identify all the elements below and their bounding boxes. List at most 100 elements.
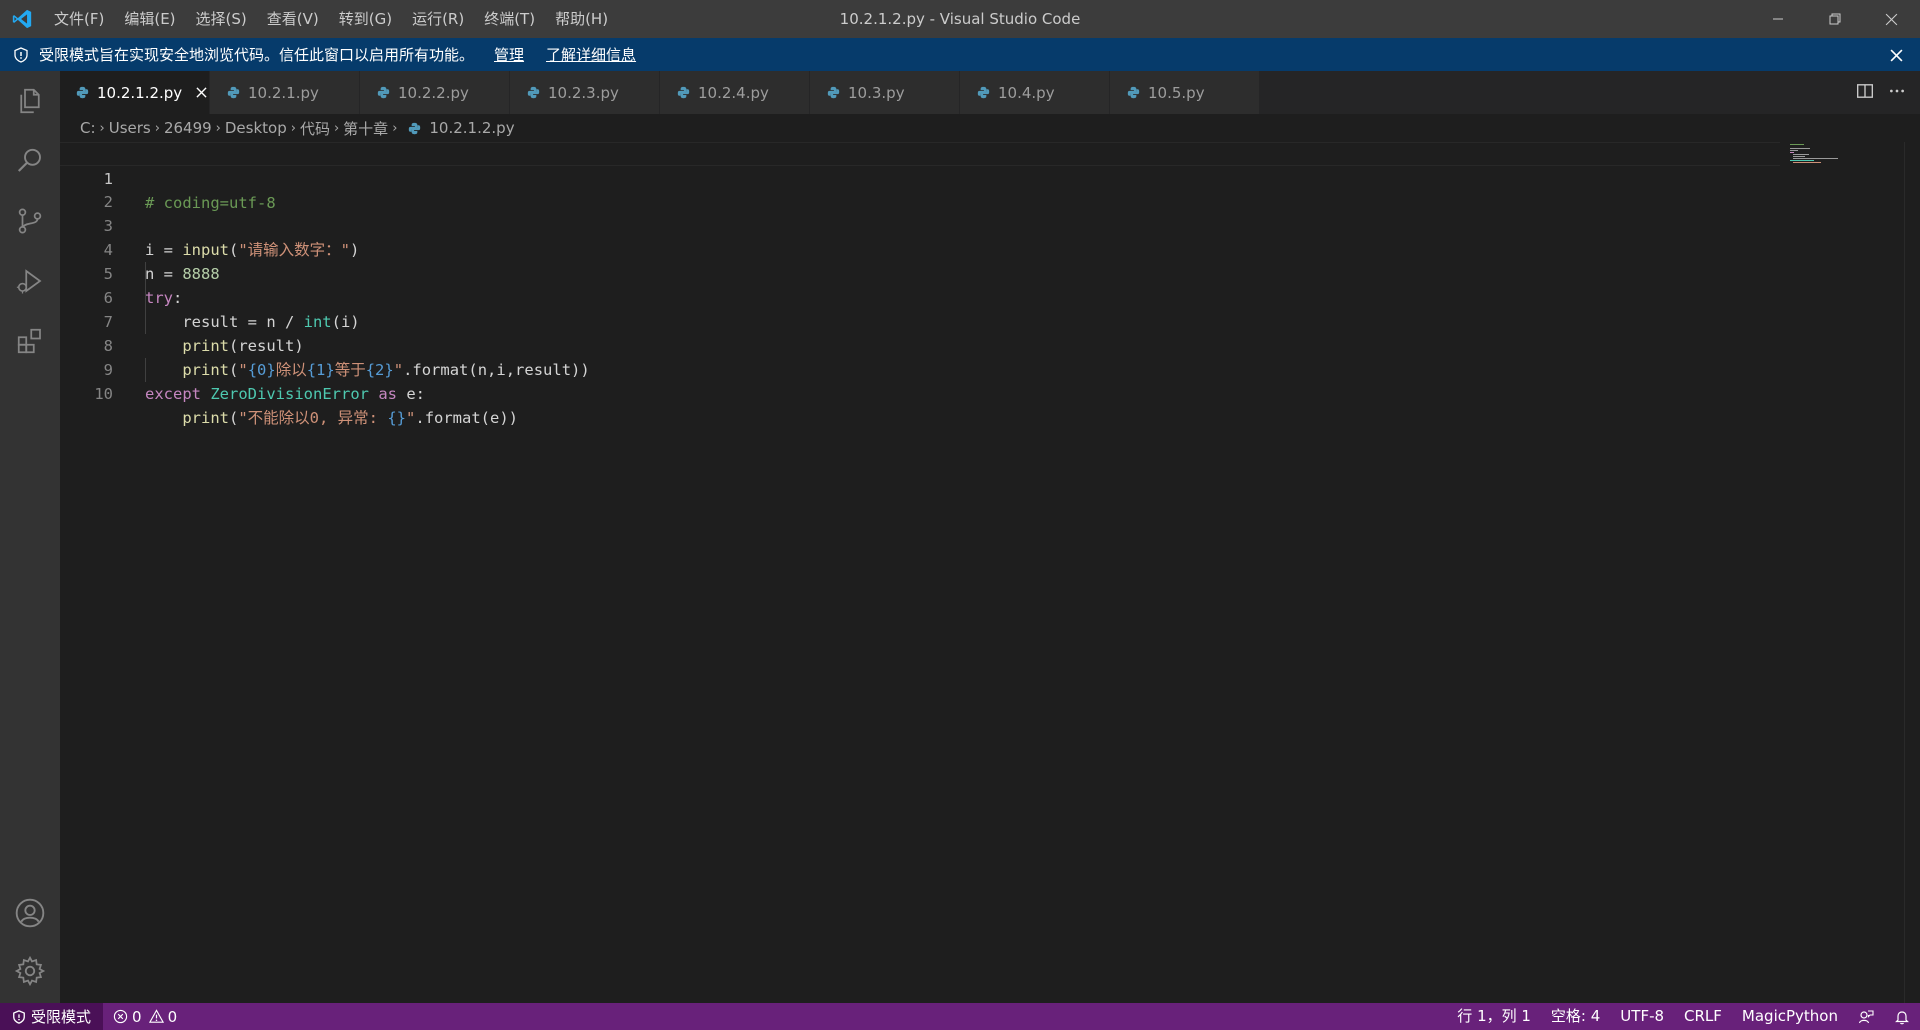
code-line: 8 print("{0}除以{1}等于{2}".format(n,i,resul… bbox=[60, 310, 1780, 379]
source-control-button[interactable] bbox=[0, 191, 60, 251]
vscode-logo-icon bbox=[0, 0, 44, 38]
menu-go[interactable]: 转到(G) bbox=[329, 0, 402, 38]
minimap[interactable] bbox=[1790, 142, 1850, 172]
breadcrumb-item[interactable]: Users bbox=[109, 119, 151, 137]
editor-tabs: 10.2.1.2.py 10.2.1.py 10.2.2.py 10.2.3.p… bbox=[60, 71, 1920, 114]
python-file-icon bbox=[976, 86, 990, 100]
minimize-icon bbox=[1772, 18, 1783, 20]
feedback-button[interactable] bbox=[1848, 1003, 1884, 1030]
status-right-group: 行 1，列 1 空格: 4 UTF-8 CRLF MagicPython bbox=[1447, 1003, 1920, 1030]
menu-edit[interactable]: 编辑(E) bbox=[114, 0, 185, 38]
tab-label: 10.2.1.py bbox=[248, 83, 319, 102]
feedback-icon bbox=[1858, 1009, 1874, 1023]
code-token: "不能除以0, 异常: bbox=[238, 409, 388, 427]
menu-help[interactable]: 帮助(H) bbox=[545, 0, 618, 38]
tab-10-2-3[interactable]: 10.2.3.py bbox=[510, 71, 660, 114]
tab-10-2-1[interactable]: 10.2.1.py bbox=[210, 71, 360, 114]
encoding-setting[interactable]: UTF-8 bbox=[1610, 1003, 1674, 1030]
tab-10-2-4[interactable]: 10.2.4.py bbox=[660, 71, 810, 114]
tab-10-2-1-2[interactable]: 10.2.1.2.py bbox=[60, 71, 210, 114]
python-file-icon bbox=[1126, 86, 1140, 100]
code-line: 7 print(result) bbox=[60, 286, 1780, 355]
python-file-icon bbox=[676, 86, 690, 100]
breadcrumb-item[interactable]: Desktop bbox=[225, 119, 287, 137]
code-token: except bbox=[145, 385, 201, 403]
python-file-icon bbox=[226, 86, 240, 100]
tab-10-4[interactable]: 10.4.py bbox=[960, 71, 1110, 114]
tab-close-button[interactable] bbox=[194, 85, 209, 101]
banner-learn-more-link[interactable]: 了解详细信息 bbox=[546, 44, 636, 65]
breadcrumb-item[interactable]: 26499 bbox=[164, 119, 212, 137]
code-editor[interactable]: 1 # coding=utf-8 2 3 i = input("请输入数字：")… bbox=[60, 142, 1920, 1003]
more-actions-button[interactable] bbox=[1888, 82, 1906, 104]
extensions-button[interactable] bbox=[0, 311, 60, 371]
vertical-scrollbar[interactable] bbox=[1904, 142, 1905, 1003]
menu-terminal[interactable]: 终端(T) bbox=[474, 0, 545, 38]
language-mode[interactable]: MagicPython bbox=[1732, 1003, 1848, 1030]
code-line: 9 except ZeroDivisionError as e: bbox=[60, 334, 1780, 403]
manage-button[interactable] bbox=[0, 941, 60, 1001]
breadcrumb-item[interactable]: 10.2.1.2.py bbox=[429, 119, 514, 137]
window-controls bbox=[1749, 0, 1920, 38]
python-file-icon bbox=[526, 86, 540, 100]
chevron-right-icon: › bbox=[215, 120, 221, 136]
close-window-button[interactable] bbox=[1863, 0, 1920, 38]
chevron-right-icon: › bbox=[392, 120, 398, 136]
tab-label: 10.2.1.2.py bbox=[97, 83, 183, 102]
accounts-button[interactable] bbox=[0, 883, 60, 943]
shield-icon bbox=[13, 1009, 25, 1024]
breadcrumb-item[interactable]: C: bbox=[80, 119, 96, 137]
line-number: 10 bbox=[94, 385, 113, 403]
menu-view[interactable]: 查看(V) bbox=[257, 0, 329, 38]
files-icon bbox=[20, 88, 40, 114]
eol-setting[interactable]: CRLF bbox=[1674, 1003, 1732, 1030]
indentation-setting[interactable]: 空格: 4 bbox=[1541, 1003, 1610, 1030]
tab-10-2-2[interactable]: 10.2.2.py bbox=[360, 71, 510, 114]
chevron-right-icon: › bbox=[333, 120, 340, 136]
code-line: 2 bbox=[60, 166, 1780, 211]
restricted-mode-indicator[interactable]: 受限模式 bbox=[0, 1003, 104, 1030]
search-button[interactable] bbox=[0, 131, 60, 191]
run-debug-button[interactable] bbox=[0, 251, 60, 311]
code-token: {} bbox=[387, 409, 407, 427]
breadcrumb-item[interactable]: 代码 bbox=[300, 118, 330, 139]
menu-file[interactable]: 文件(F) bbox=[44, 0, 114, 38]
notifications-button[interactable] bbox=[1884, 1003, 1920, 1030]
tab-label: 10.2.3.py bbox=[548, 83, 619, 102]
code-token: print bbox=[182, 409, 229, 427]
restricted-mode-banner: 受限模式旨在实现安全地浏览代码。信任此窗口以启用所有功能。 管理 了解详细信息 bbox=[0, 38, 1920, 71]
explorer-button[interactable] bbox=[0, 71, 60, 131]
editor-actions bbox=[1856, 71, 1906, 114]
code-line: 4 n = 8888 bbox=[60, 214, 1780, 283]
banner-manage-link[interactable]: 管理 bbox=[494, 44, 524, 65]
restricted-mode-label: 受限模式 bbox=[31, 1008, 92, 1026]
problems-indicator[interactable]: 0 0 bbox=[113, 1008, 177, 1026]
close-icon bbox=[196, 87, 207, 98]
split-editor-icon bbox=[1857, 83, 1873, 98]
close-icon bbox=[1885, 13, 1898, 25]
code-token: ZeroDivisionError bbox=[210, 385, 369, 403]
tab-10-3[interactable]: 10.3.py bbox=[810, 71, 960, 114]
split-editor-button[interactable] bbox=[1856, 82, 1874, 104]
menu-run[interactable]: 运行(R) bbox=[402, 0, 474, 38]
tab-label: 10.4.py bbox=[998, 83, 1055, 102]
restore-button[interactable] bbox=[1806, 0, 1863, 38]
tab-label: 10.5.py bbox=[1148, 83, 1205, 102]
banner-close-button[interactable] bbox=[1886, 45, 1906, 65]
extensions-icon bbox=[17, 328, 41, 354]
code-line: 5 try: bbox=[60, 238, 1780, 307]
menu-selection[interactable]: 选择(S) bbox=[186, 0, 257, 38]
search-icon bbox=[17, 148, 41, 172]
minimize-button[interactable] bbox=[1749, 0, 1806, 38]
cursor-position[interactable]: 行 1，列 1 bbox=[1447, 1003, 1541, 1030]
code-token: " bbox=[406, 409, 416, 427]
tab-10-5[interactable]: 10.5.py bbox=[1110, 71, 1260, 114]
breadcrumb-item[interactable]: 第十章 bbox=[343, 118, 388, 139]
chevron-right-icon: › bbox=[154, 120, 160, 136]
code-line: 3 i = input("请输入数字：") bbox=[60, 190, 1780, 259]
warning-count: 0 bbox=[167, 1007, 178, 1026]
shield-icon bbox=[13, 46, 33, 63]
python-file-icon bbox=[407, 121, 421, 135]
